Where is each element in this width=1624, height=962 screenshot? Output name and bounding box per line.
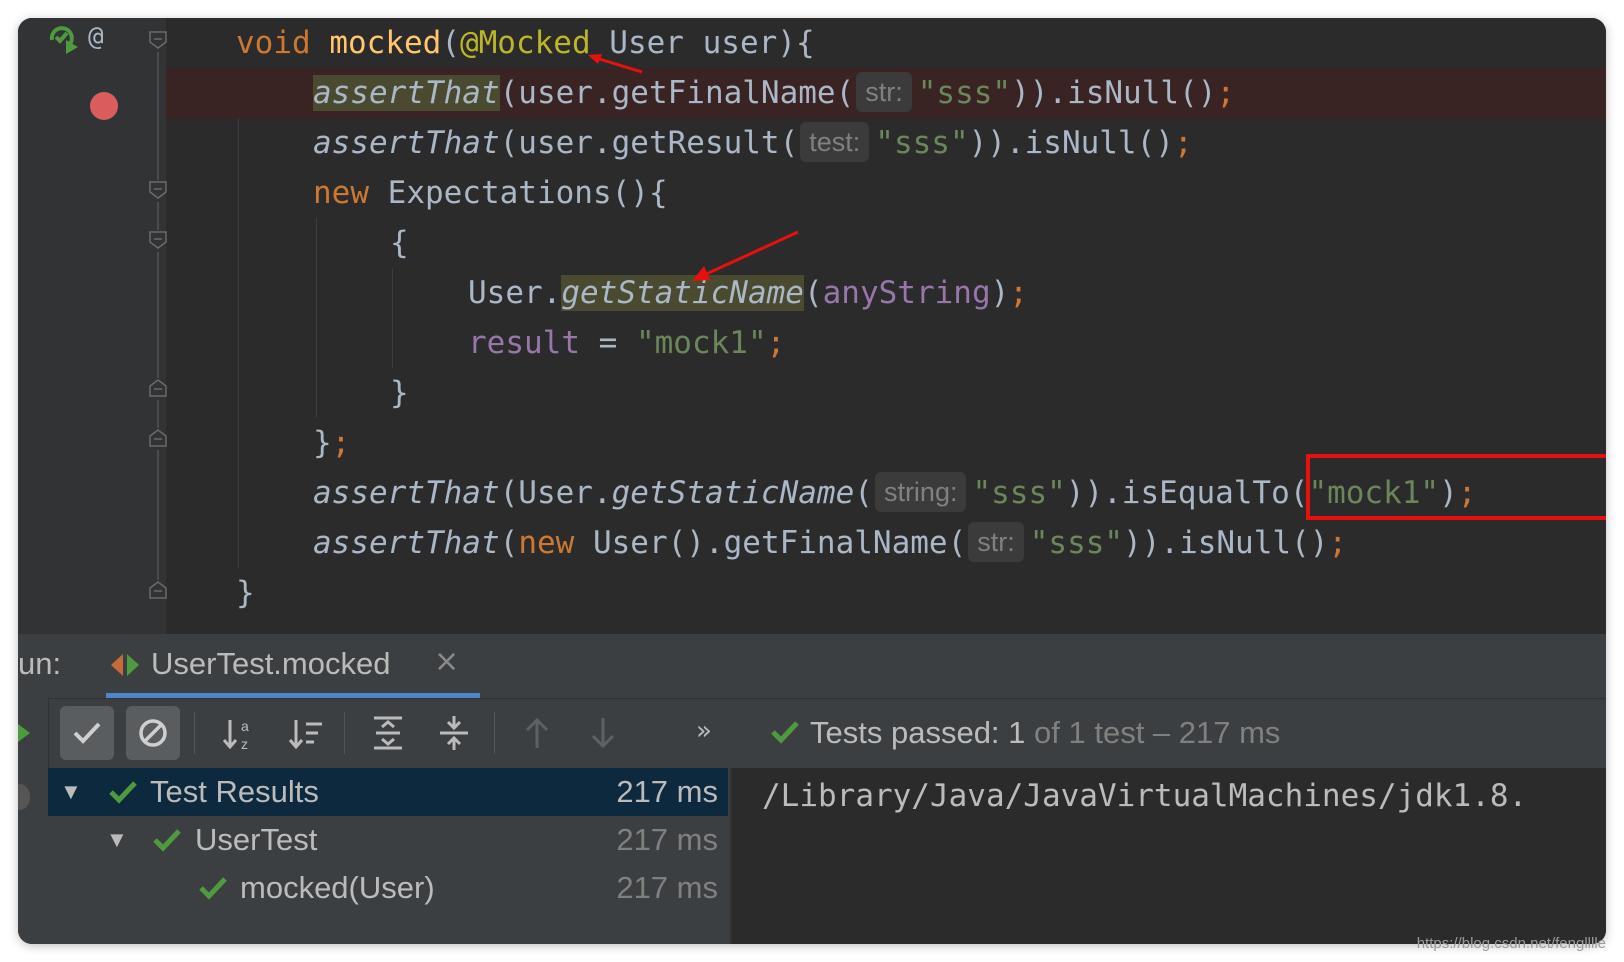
more-actions-icon[interactable]: » [696, 716, 712, 746]
sort-alpha-icon: az [222, 718, 249, 752]
fold-line [157, 52, 159, 180]
ide-window: @ void mocked(@Mocked User user){ assert… [18, 18, 1606, 944]
expand-toggle-icon[interactable]: ▼ [106, 816, 128, 864]
collapse-all-button[interactable] [426, 706, 480, 760]
show-passed-icon [73, 722, 101, 744]
line-number-strip [18, 18, 28, 634]
code-line-12: } [236, 575, 255, 611]
run-label: un: [18, 646, 62, 681]
tab-usertest-mocked[interactable]: UserTest.mocked × [106, 634, 480, 698]
run-side-toolbar [18, 698, 49, 944]
tree-item-test-results[interactable]: ▼ Test Results 217 ms [48, 768, 728, 816]
parameter-hint: str: [968, 522, 1024, 562]
previous-failed-button[interactable] [510, 706, 564, 760]
fold-line [157, 450, 159, 580]
test-results-tree[interactable]: ▼ Test Results 217 ms ▼ UserTest 217 ms … [48, 768, 728, 944]
fold-marker-icon[interactable] [148, 378, 168, 398]
code-editor[interactable]: @ void mocked(@Mocked User user){ assert… [18, 18, 1606, 634]
override-icon[interactable]: @ [88, 22, 118, 54]
sort-duration-icon [288, 720, 322, 750]
test-run-icon [111, 654, 139, 676]
parameter-hint: str: [856, 72, 912, 112]
arrow-annotation-icon [588, 54, 643, 74]
console-line: /Library/Java/JavaVirtualMachines/jdk1.8… [762, 778, 1528, 814]
run-test-icon[interactable] [48, 24, 78, 54]
svg-text:a: a [241, 718, 249, 734]
highlight-box [1306, 454, 1606, 520]
fold-marker-icon[interactable] [148, 180, 168, 200]
tree-item-usertest[interactable]: ▼ UserTest 217 ms [48, 816, 728, 864]
code-line-4: new Expectations(){ [313, 175, 668, 211]
expand-all-icon [374, 716, 402, 750]
console-output[interactable]: /Library/Java/JavaVirtualMachines/jdk1.8… [730, 768, 1606, 944]
rerun-icon[interactable] [18, 724, 30, 742]
code-line-8: } [390, 375, 409, 411]
tab-label: UserTest.mocked [151, 646, 391, 681]
check-icon [199, 877, 227, 900]
fold-line [157, 400, 159, 428]
fold-line [157, 202, 159, 230]
fold-marker-icon[interactable] [148, 230, 168, 250]
sort-alphabetically-button[interactable]: az [212, 706, 266, 760]
expand-toggle-icon[interactable]: ▼ [60, 768, 82, 816]
test-status: Tests passed: 1 of 1 test – 217 ms [770, 708, 1280, 758]
code-area[interactable]: void mocked(@Mocked User user){ assertTh… [166, 18, 1606, 634]
check-icon [771, 721, 799, 744]
breakpoint-icon[interactable] [90, 92, 118, 120]
next-failed-button[interactable] [576, 706, 630, 760]
code-line-3: assertThat(user.getResult(test: "sss")).i… [313, 118, 1606, 168]
stop-icon[interactable] [18, 784, 30, 810]
code-line-11: assertThat(new User().getFinalName(str: "… [313, 518, 1606, 568]
svg-text:z: z [241, 736, 248, 752]
code-line-5: { [390, 225, 409, 261]
run-tool-window: un: UserTest.mocked × az » Tests passed:… [18, 634, 1606, 944]
close-icon[interactable]: × [434, 644, 459, 679]
code-line-2: assertThat(user.getFinalName(str: "sss"))… [166, 68, 1606, 118]
run-tab-bar: un: UserTest.mocked × [18, 634, 1606, 699]
fold-marker-icon[interactable] [148, 428, 168, 448]
prev-failed-icon [525, 717, 549, 748]
show-ignored-button[interactable] [126, 706, 180, 760]
arrow-annotation-icon [692, 230, 799, 281]
indent-guide [238, 68, 239, 568]
code-line-7: result = "mock1"; [468, 325, 786, 361]
fold-marker-icon[interactable] [148, 580, 168, 600]
next-failed-icon [591, 718, 615, 749]
expand-all-button[interactable] [360, 706, 414, 760]
code-line-1: void mocked(@Mocked User user){ [236, 25, 815, 61]
indent-guide [392, 268, 393, 368]
collapse-all-icon [440, 716, 468, 750]
sort-by-duration-button[interactable] [278, 706, 332, 760]
editor-gutter[interactable]: @ [28, 18, 168, 634]
test-toolbar: az » Tests passed: 1 of 1 test – 217 ms [48, 698, 1606, 768]
fold-marker-icon[interactable] [148, 30, 168, 50]
show-ignored-icon [139, 719, 167, 747]
check-icon [153, 829, 181, 852]
check-icon [109, 781, 137, 804]
code-line-6: User.getStaticName(anyString); [468, 275, 1028, 311]
show-passed-button[interactable] [60, 706, 114, 760]
tree-item-mocked[interactable]: mocked(User) 217 ms [48, 864, 728, 912]
indent-guide [316, 218, 317, 418]
parameter-hint: test: [800, 122, 870, 162]
watermark: https://blog.csdn.net/fenglllle [1416, 935, 1606, 952]
fold-line [157, 252, 159, 378]
parameter-hint: string: [874, 472, 967, 512]
